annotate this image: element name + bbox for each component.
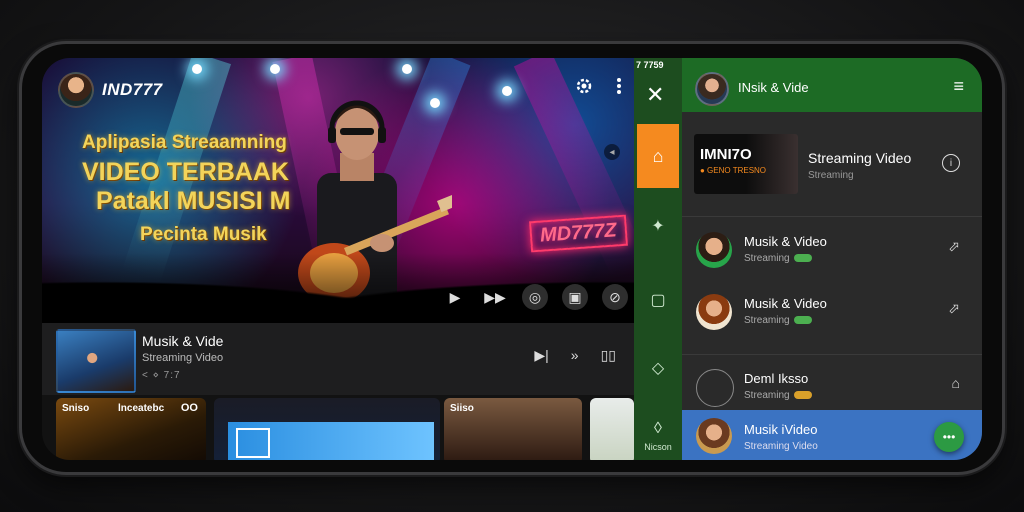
more-vertical-icon[interactable] — [616, 77, 622, 95]
chat-fab-button[interactable]: ••• — [934, 422, 964, 452]
share-icon[interactable]: ⬀ — [948, 300, 960, 317]
list-item-subtitle: Streaming Video — [744, 441, 818, 452]
video-card[interactable] — [590, 398, 634, 460]
share-icon[interactable]: ⬀ — [948, 238, 960, 255]
list-item[interactable]: Musik & Video Streaming ⬀ — [682, 280, 982, 342]
hero-playback-controls: ▶ ▶▶ ◎ ▣ ⊘ — [442, 284, 628, 310]
featured-thumb-sub: ● GENO TRESNO — [700, 166, 767, 175]
video-list-panel: INsik & Vide ≡ IMNI7O ● GENO TRESNO Stre… — [682, 58, 982, 460]
stage-spotlight — [402, 64, 412, 74]
phone-frame: IND777 Aplipasia Streaamning VIDEO TERBA… — [22, 44, 1002, 472]
card-label: Siiso — [450, 403, 474, 414]
rail-item-label: Nicson — [644, 442, 672, 452]
stage-spotlight — [192, 64, 202, 74]
forward-icon[interactable]: » — [571, 347, 579, 364]
video-card-row: Sniso lnceatebc OO Siiso — [42, 398, 634, 460]
video-card[interactable] — [214, 398, 440, 460]
card-label: Sniso — [62, 403, 90, 414]
avatar — [696, 369, 734, 407]
now-playing-title: Musik & Vide — [142, 333, 224, 349]
featured-title: Streaming Video — [808, 150, 912, 166]
status-badge — [793, 316, 812, 325]
card-logo-icon — [236, 428, 270, 458]
card-extra: OO — [180, 402, 198, 414]
stage-spotlight — [502, 86, 512, 96]
list-item-selected[interactable]: Musik iVideo Streaming Video ••• — [682, 410, 982, 460]
fast-forward-icon[interactable]: ▶▶ — [482, 284, 508, 310]
gear-icon[interactable] — [574, 76, 594, 96]
list-item-subtitle: Streaming — [744, 390, 812, 401]
replay-icon[interactable]: ◎ — [522, 284, 548, 310]
list-item-title: Deml Iksso — [744, 371, 809, 386]
bookmark-icon[interactable]: ⌂ — [952, 375, 960, 391]
list-item-subtitle: Streaming — [744, 315, 812, 326]
list-item[interactable]: Musik & Video Streaming ⬀ — [682, 218, 982, 280]
status-badge — [793, 254, 812, 263]
fullscreen-icon[interactable]: ▣ — [562, 284, 588, 310]
rail-item-home[interactable]: ⌂ — [637, 124, 679, 188]
video-card[interactable]: Siiso — [444, 398, 582, 460]
card-label-secondary: lnceatebc — [118, 403, 165, 414]
avatar[interactable] — [695, 72, 729, 106]
now-playing-time: < ⋄ 7:7 — [142, 370, 181, 381]
list-item-subtitle: Streaming — [744, 253, 812, 264]
rail-item-chat[interactable]: ▢ — [634, 290, 682, 310]
hero-line-2: VIDEO TERBAAK — [82, 158, 289, 186]
panel-header: INsik & Vide ≡ — [682, 58, 982, 112]
hero-headline: Aplipasia Streaamning VIDEO TERBAAK Pata… — [82, 132, 291, 246]
list-item[interactable]: Deml Iksso Streaming ⌂ — [682, 354, 982, 411]
brand[interactable]: IND777 — [58, 72, 163, 108]
info-icon[interactable]: i — [942, 154, 960, 172]
now-playing-subtitle: Streaming Video — [142, 352, 224, 364]
featured-thumbnail[interactable]: IMNI7O ● GENO TRESNO — [694, 134, 798, 194]
brand-avatar — [58, 72, 94, 108]
list-item-title: Musik & Video — [744, 296, 827, 311]
library-icon[interactable]: ▯▯ — [601, 347, 616, 364]
list-item-title: Musik iVideo — [744, 422, 818, 437]
side-rail: 7 7759 ✕ ⌂ ✦ ▢ ◇ ◊ Nicson — [634, 58, 682, 460]
status-badge — [793, 391, 812, 400]
hero-indicator-icon[interactable]: ◂ — [604, 144, 620, 160]
now-playing-bar[interactable]: Musik & Vide Streaming Video < ⋄ 7:7 ▶| … — [42, 323, 634, 395]
status-time: 7 7759 — [636, 60, 664, 70]
settings-icon[interactable]: ⊘ — [602, 284, 628, 310]
panel-title: INsik & Vide — [738, 80, 809, 95]
avatar — [696, 232, 732, 268]
rail-item-comments[interactable]: ◇ — [634, 358, 682, 378]
hero-top-icons — [574, 76, 622, 96]
avatar — [696, 294, 732, 330]
hero-line-1: Aplipasia Streaamning — [82, 132, 287, 153]
featured-thumb-title: IMNI7O — [700, 146, 752, 163]
skip-next-icon[interactable]: ▶| — [534, 347, 548, 364]
video-card[interactable]: Sniso lnceatebc OO — [56, 398, 206, 460]
avatar — [696, 418, 732, 454]
hero-banner[interactable]: IND777 Aplipasia Streaamning VIDEO TERBA… — [42, 58, 634, 323]
stage-spotlight — [270, 64, 280, 74]
list-item-title: Musik & Video — [744, 234, 827, 249]
featured-video[interactable]: IMNI7O ● GENO TRESNO Streaming Video Str… — [682, 112, 982, 217]
now-playing-thumbnail[interactable] — [56, 329, 136, 393]
rail-item-explore[interactable]: ✦ — [634, 216, 682, 236]
rail-item-profile[interactable]: ◊ — [634, 420, 682, 438]
chat-icon: ••• — [942, 430, 956, 444]
screen: IND777 Aplipasia Streaamning VIDEO TERBA… — [42, 58, 982, 460]
brand-name: IND777 — [102, 80, 163, 99]
play-icon[interactable]: ▶ — [442, 284, 468, 310]
close-icon[interactable]: ✕ — [646, 84, 664, 106]
hero-line-4: Pecinta Musik — [140, 224, 267, 245]
now-playing-controls: ▶| » ▯▯ — [534, 347, 616, 364]
featured-subtitle: Streaming — [808, 170, 854, 181]
bookmark-icon: ⌂ — [652, 145, 664, 166]
menu-icon[interactable]: ≡ — [953, 76, 964, 97]
hero-line-3: Patakl MUSISI M — [96, 187, 291, 215]
